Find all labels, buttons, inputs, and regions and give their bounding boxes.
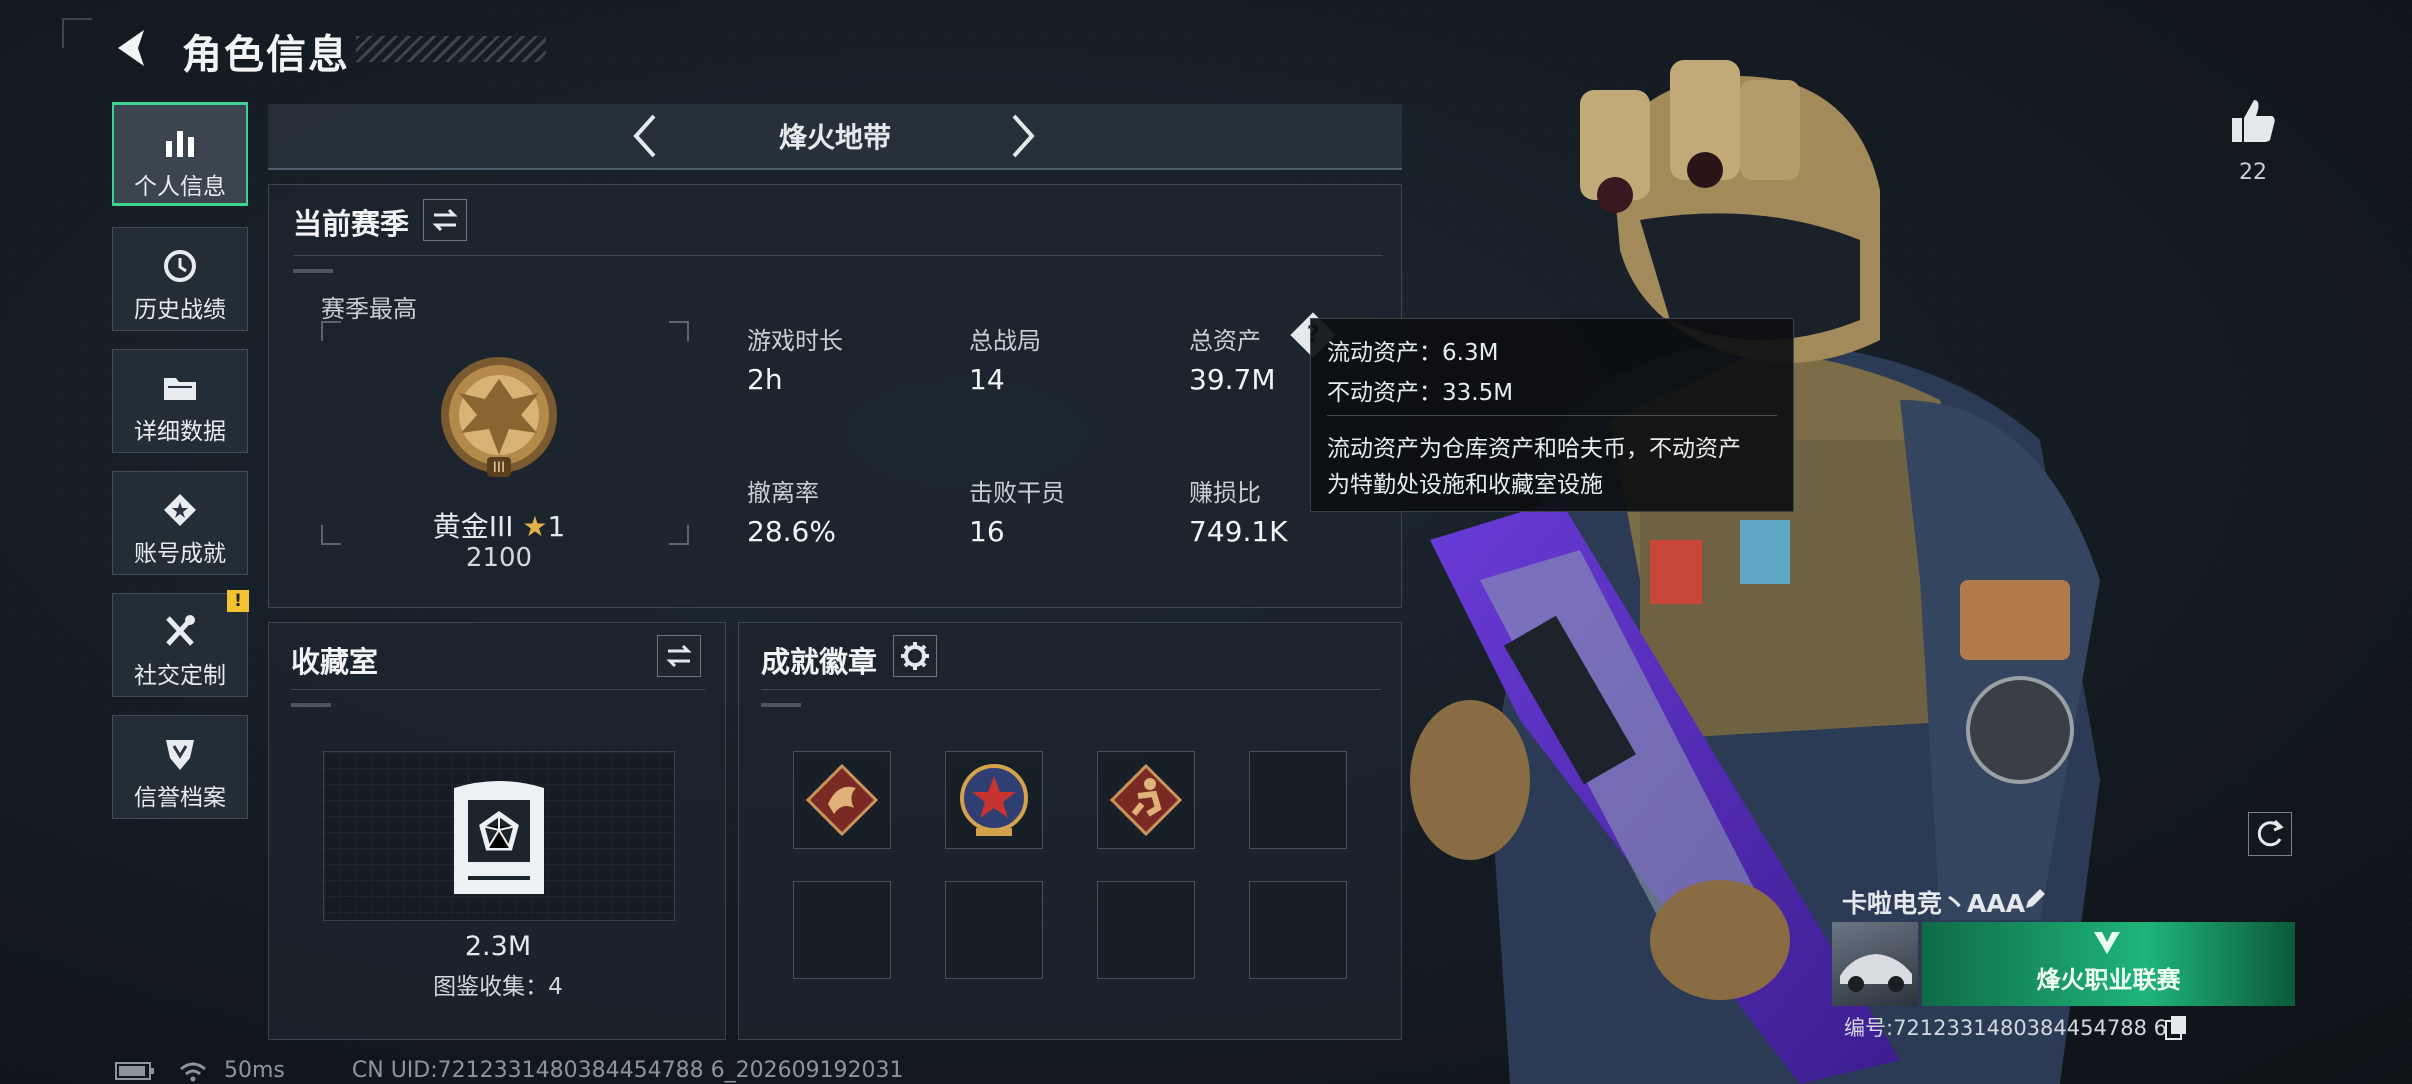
achievement-badges-panel: 成就徽章	[738, 622, 1402, 1040]
refresh-icon	[2257, 819, 2284, 847]
achievement-badge-icon	[164, 494, 196, 526]
stat-value-total-matches: 14	[969, 363, 1005, 396]
sidebar-item-detailed-data[interactable]: 详细数据	[112, 349, 248, 453]
uid-text: CN UID:7212331480384454788 6_20260919203…	[351, 1058, 904, 1083]
rank-name: 黄金III	[432, 510, 514, 543]
ping-value: 50ms	[224, 1058, 285, 1083]
badge-slot-empty[interactable]	[1097, 881, 1195, 979]
wifi-icon	[180, 1062, 206, 1082]
sidebar-item-label: 社交定制	[134, 663, 226, 689]
status-bar: 50ms CN UID:7212331480384454788 6_202609…	[114, 1058, 904, 1083]
gold-rank-emblem-icon: III	[441, 357, 557, 477]
sidebar-item-account-achievement[interactable]: 账号成就	[112, 471, 248, 575]
collection-title: 收藏室	[291, 645, 379, 679]
thumbs-up-icon[interactable]	[2228, 96, 2278, 146]
rank-star-icon: ★	[522, 510, 548, 543]
league-logo-icon	[2094, 932, 2120, 954]
warning-badge: !	[227, 590, 249, 612]
player-banner[interactable]: 烽火职业联赛	[1922, 922, 2295, 1006]
season-title: 当前赛季	[293, 207, 410, 241]
tooltip-fixed-assets: 不动资产：33.5M	[1327, 380, 1514, 406]
player-id: 编号:7212331480384454788 6	[1844, 1016, 2167, 1040]
folder-icon	[164, 378, 196, 400]
shield-emblem-icon	[166, 740, 194, 770]
collection-panel: 收藏室 2.3M 图鉴收集：4	[268, 622, 726, 1040]
rank-score: 2100	[465, 543, 533, 573]
svg-text:III: III	[493, 460, 505, 476]
like-count: 22	[2239, 160, 2267, 185]
assets-tooltip: 流动资产：6.3M 不动资产：33.5M 流动资产为仓库资产和哈夫币，不动资产 …	[1310, 318, 1794, 512]
stat-label-total-assets: 总资产	[1189, 327, 1261, 355]
badges-title: 成就徽章	[761, 645, 878, 679]
player-avatar[interactable]	[1832, 922, 1918, 1006]
dragon-badge-icon	[805, 763, 879, 837]
sidebar-item-history[interactable]: 历史战绩	[112, 227, 248, 331]
sidebar-item-credit-record[interactable]: 信誉档案	[112, 715, 248, 819]
swap-icon	[432, 208, 458, 232]
stat-label-total-matches: 总战局	[969, 327, 1041, 355]
badge-slot[interactable]	[793, 751, 891, 849]
collection-value: 2.3M	[464, 931, 532, 962]
battery-icon	[115, 1062, 154, 1080]
sidebar-item-personal-info[interactable]: 个人信息	[112, 102, 248, 206]
mode-selector: 烽火地带	[268, 104, 1402, 170]
season-highest-label: 赛季最高	[321, 295, 417, 323]
badge-slot[interactable]	[1097, 751, 1195, 849]
copy-icon[interactable]	[2164, 1014, 2188, 1040]
gear-icon	[901, 642, 929, 670]
decorative-corner	[62, 18, 92, 48]
sidebar-item-label: 个人信息	[134, 174, 226, 200]
rank-line: 黄金III ★1	[329, 505, 669, 545]
star-medal-badge-icon	[960, 764, 1028, 836]
stat-value-profit-loss-ratio: 749.1K	[1189, 515, 1288, 548]
stat-label-operators-defeated: 击败干员	[969, 479, 1065, 507]
stat-value-operators-defeated: 16	[969, 515, 1005, 548]
collection-preview[interactable]	[323, 751, 675, 921]
edit-pencil-icon[interactable]	[2022, 886, 2048, 912]
back-arrow-icon[interactable]	[112, 26, 156, 70]
next-mode-arrow-icon[interactable]	[1006, 112, 1040, 160]
banner-text: 烽火职业联赛	[2036, 966, 2181, 994]
badge-slot-empty[interactable]	[1249, 881, 1347, 979]
rotate-view-button[interactable]	[2248, 812, 2292, 856]
runner-badge-icon	[1109, 763, 1183, 837]
stat-value-playtime: 2h	[747, 363, 783, 396]
swap-icon	[666, 644, 692, 668]
sidebar-item-label: 账号成就	[134, 541, 226, 567]
mode-label: 烽火地带	[778, 121, 891, 154]
stat-label-playtime: 游戏时长	[747, 327, 843, 355]
bar-chart-icon	[166, 131, 194, 157]
sidebar-item-label: 信誉档案	[134, 785, 226, 811]
title-hatch-decoration	[356, 36, 546, 62]
badges-settings-button[interactable]	[893, 635, 937, 677]
player-name: 卡啦电竞丶AAA	[1842, 889, 2026, 918]
rank-stars: 1	[547, 510, 566, 543]
sidebar-item-label: 详细数据	[134, 419, 226, 445]
stat-value-extraction-rate: 28.6%	[747, 515, 836, 548]
collection-count: 图鉴收集：4	[433, 974, 563, 1000]
player-name-card: 卡啦电竞丶AAA 烽火职业联赛 编号:7212331480384454788 6	[1830, 878, 2295, 1040]
current-season-panel: 当前赛季 赛季最高 III 黄金III ★1 2100 游戏时长 2h 总战局 …	[268, 184, 1402, 608]
badge-slot[interactable]	[945, 751, 1043, 849]
badge-slot-empty[interactable]	[945, 881, 1043, 979]
sidebar-item-label: 历史战绩	[134, 297, 226, 323]
tooltip-liquid-assets: 流动资产：6.3M	[1327, 340, 1499, 366]
tooltip-desc-line1: 流动资产为仓库资产和哈夫币，不动资产	[1327, 436, 1741, 462]
stat-label-extraction-rate: 撤离率	[747, 479, 819, 507]
collection-switch-button[interactable]	[657, 635, 701, 677]
badge-slot-empty[interactable]	[793, 881, 891, 979]
history-clock-icon	[164, 250, 196, 282]
tooltip-desc-line2: 为特勤处设施和收藏室设施	[1327, 472, 1603, 498]
tools-icon	[166, 615, 195, 646]
badge-slot-empty[interactable]	[1249, 751, 1347, 849]
stat-label-profit-loss-ratio: 赚损比	[1189, 479, 1261, 507]
season-switch-button[interactable]	[423, 199, 467, 241]
car-avatar-icon	[1840, 954, 1912, 992]
vault-icon	[454, 781, 544, 894]
page-title: 角色信息	[182, 32, 350, 78]
stat-value-total-assets: 39.7M	[1189, 363, 1276, 396]
